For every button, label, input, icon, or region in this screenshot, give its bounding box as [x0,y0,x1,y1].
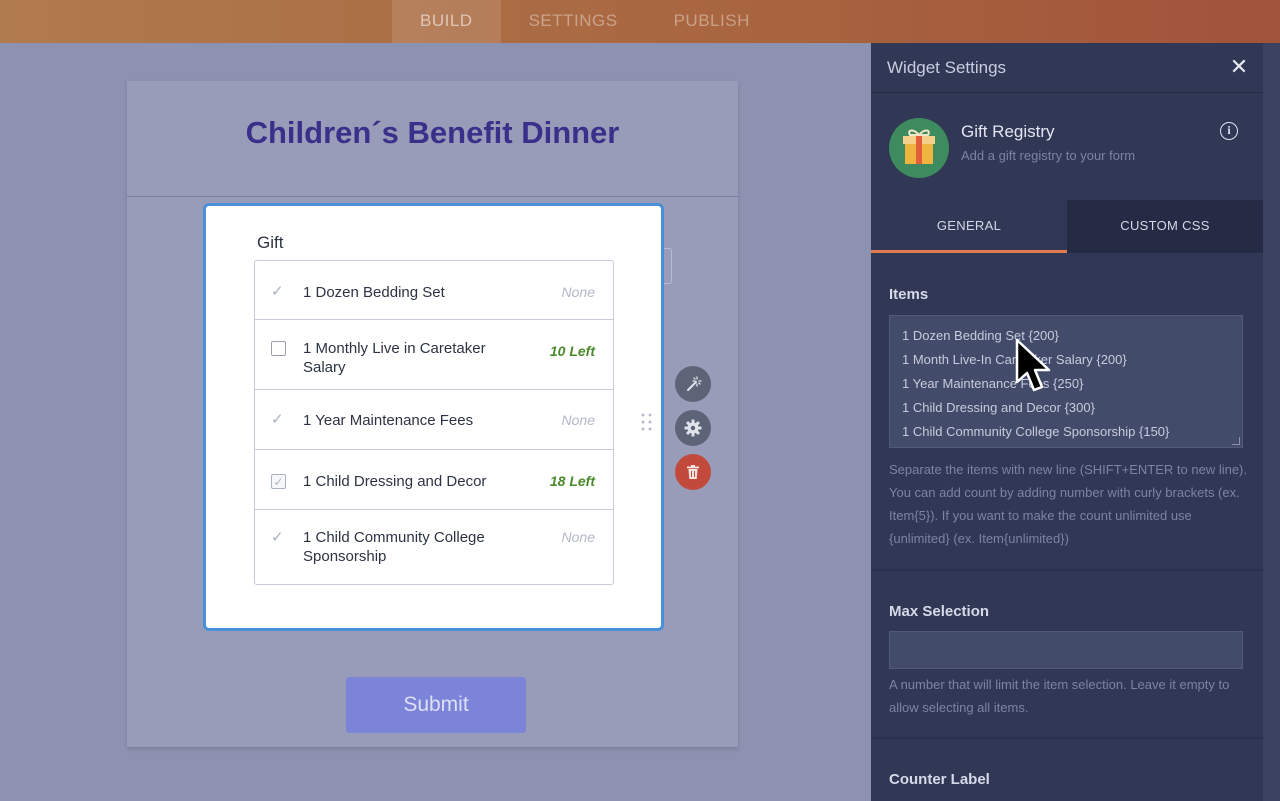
widget-label: Gift [257,233,284,252]
tab-build[interactable]: BUILD [392,0,501,43]
max-selection-help: A number that will limit the item select… [889,677,1230,715]
close-icon[interactable]: ✕ [1229,56,1249,78]
items-line: 1 Dozen Bedding Set {200} [902,328,1059,343]
gift-icon [903,129,935,164]
panel-title: Widget Settings [887,57,1007,77]
info-icon[interactable]: i [1220,122,1238,140]
divider [871,737,1263,739]
widget-info: Gift Registry Add a gift registry to you… [871,93,1263,200]
settings-tabs: GENERAL CUSTOM CSS [871,200,1263,253]
gift-item[interactable]: ✓ 1 Year Maintenance Fees None [255,390,613,450]
gift-item-count: None [561,412,595,428]
item-checkbox[interactable] [271,341,286,356]
gift-item-name: 1 Child Dressing and Decor [303,473,487,490]
gift-item[interactable]: ✓ 1 Child Community College Sponsorship … [255,510,613,584]
widget-description: Add a gift registry to your form [961,148,1136,163]
items-textarea[interactable]: 1 Dozen Bedding Set {200} 1 Month Live-I… [889,315,1243,448]
drag-handle-icon[interactable] [641,413,653,435]
widget-name: Gift Registry [961,122,1055,141]
panel-scrollbar[interactable] [1263,43,1280,801]
gift-list: ✓ 1 Dozen Bedding Set None 1 Monthly Liv… [254,260,614,585]
gift-item-count: 10 Left [549,343,595,359]
check-icon: ✓ [271,283,284,300]
widget-settings-panel: Widget Settings ✕ Gift Registry Add a gi… [871,43,1263,801]
resize-grip-icon[interactable] [1232,437,1240,445]
gift-item[interactable]: ✓ 1 Dozen Bedding Set None [255,261,613,320]
gift-item-count: None [561,284,595,300]
gear-icon [684,419,702,437]
wand-icon [687,376,702,391]
items-line: 1 Month Live-In Caretaker Salary {200} [902,352,1127,367]
counter-label-label: Counter Label [889,771,990,788]
items-help-text: Separate the items with new line (SHIFT+… [889,462,1248,546]
gift-widget[interactable]: Gift ✓ 1 Dozen Bedding Set None 1 Monthl… [203,203,664,631]
items-line: 1 Year Maintenance Fees {250} [902,376,1084,391]
items-line: 1 Child Dressing and Decor {300} [902,400,1095,415]
tab-settings[interactable]: SETTINGS [501,0,646,43]
gift-item-count: 18 Left [549,473,595,489]
top-navigation-bar: BUILD SETTINGS PUBLISH [0,0,1280,43]
items-line: 1 Child Community College Sponsorship {1… [902,424,1170,439]
gift-item[interactable]: ✓ 1 Child Dressing and Decor 18 Left [255,450,613,510]
gift-avatar [889,118,949,178]
gift-item-name: 1 Child Community College Sponsorship [303,529,485,565]
wand-button[interactable] [675,366,711,402]
max-selection-label: Max Selection [889,603,990,620]
max-selection-input[interactable] [889,631,1243,669]
gift-item-name: 1 Dozen Bedding Set [303,284,445,301]
item-checkbox-checked[interactable]: ✓ [271,474,286,489]
builder-tabs: BUILD SETTINGS PUBLISH [392,0,778,43]
settings-button[interactable] [675,410,711,446]
gift-item-name: 1 Year Maintenance Fees [303,412,474,429]
tab-publish[interactable]: PUBLISH [646,0,778,43]
panel-header: Widget Settings [871,43,1263,93]
tab-custom-css[interactable]: CUSTOM CSS [1067,200,1263,253]
delete-button[interactable] [675,454,711,490]
form-title: Children´s Benefit Dinner [245,114,620,150]
tab-general[interactable]: GENERAL [871,200,1067,253]
gift-item-name: 1 Monthly Live in Caretaker Salary [303,340,486,376]
items-label: Items [889,286,929,303]
form-canvas: Children´s Benefit Dinner Submit Gift ✓ … [0,43,871,801]
gift-item[interactable]: 1 Monthly Live in Caretaker Salary 10 Le… [255,320,613,390]
trash-icon [687,465,699,479]
gift-item-count: None [561,529,595,545]
check-icon: ✓ [271,411,284,428]
form-header[interactable]: Children´s Benefit Dinner [127,81,738,197]
submit-button[interactable]: Submit [346,677,526,733]
check-icon: ✓ [271,529,284,546]
divider [871,569,1263,571]
